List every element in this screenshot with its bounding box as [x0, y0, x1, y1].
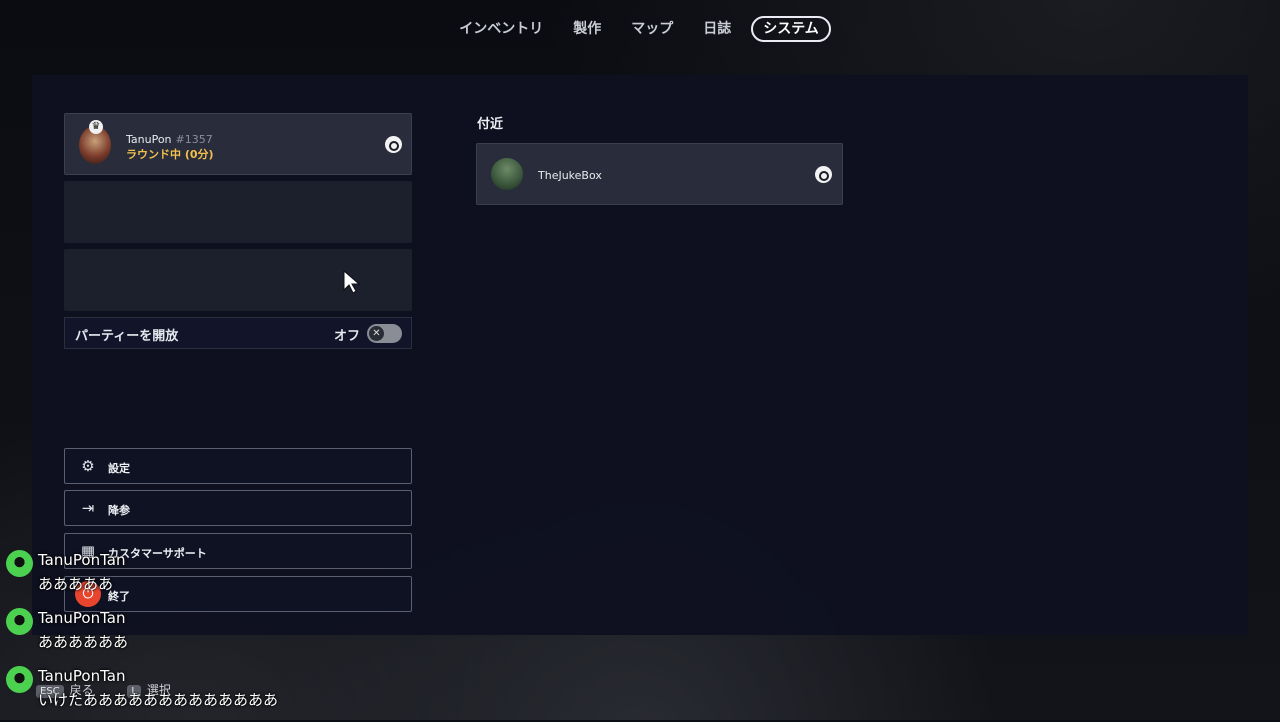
- steam-icon: [815, 166, 832, 183]
- chat-overlay: TanuPonTan あああああ TanuPonTan ああああああ TanuP…: [6, 548, 306, 722]
- chat-message: TanuPonTan ああああああ: [6, 606, 306, 664]
- surrender-button[interactable]: ⇥ 降参: [64, 490, 412, 526]
- tab-system[interactable]: システム: [751, 16, 831, 42]
- tab-journal[interactable]: 日誌: [693, 16, 741, 42]
- tab-crafting[interactable]: 製作: [563, 16, 611, 42]
- chat-text: いけたあああああああああああああ: [38, 691, 279, 709]
- chat-text: ああああああ: [38, 633, 129, 651]
- exit-door-icon: ⇥: [81, 499, 95, 517]
- steam-icon: [385, 136, 402, 153]
- chat-avatar: [6, 608, 33, 635]
- player-status: ラウンド中 (0分): [126, 148, 214, 161]
- open-party-setting: パーティーを開放 オフ ✕: [64, 317, 412, 349]
- chat-avatar: [6, 666, 33, 693]
- open-party-state: オフ: [334, 329, 361, 344]
- chat-message: TanuPonTan いけたあああああああああああああ: [6, 664, 306, 722]
- chat-text: あああああ: [38, 575, 114, 593]
- player-name: TanuPon #1357: [126, 133, 213, 146]
- chat-username: TanuPonTan: [38, 609, 126, 627]
- party-leader-crown-icon: ♛: [89, 120, 103, 134]
- player-card[interactable]: ♛ TanuPon #1357 ラウンド中 (0分): [64, 113, 412, 175]
- chat-username: TanuPonTan: [38, 667, 126, 685]
- open-party-toggle[interactable]: ✕: [367, 324, 402, 343]
- open-party-label: パーティーを開放: [75, 329, 179, 344]
- surrender-label: 降参: [108, 504, 130, 517]
- nearby-title: 付近: [477, 117, 504, 132]
- close-icon: ✕: [369, 326, 384, 341]
- top-navigation: インベントリ 製作 マップ 日誌 システム: [0, 16, 1280, 44]
- settings-label: 設定: [108, 462, 130, 475]
- settings-button[interactable]: ⚙ 設定: [64, 448, 412, 484]
- gear-icon: ⚙: [81, 457, 95, 475]
- chat-message: TanuPonTan あああああ: [6, 548, 306, 606]
- party-slot-empty[interactable]: [64, 181, 412, 243]
- nearby-player-name: TheJukeBox: [538, 169, 602, 182]
- chat-username: TanuPonTan: [38, 551, 126, 569]
- tab-inventory[interactable]: インベントリ: [449, 16, 553, 42]
- nearby-player-card[interactable]: TheJukeBox: [476, 143, 843, 205]
- tab-map[interactable]: マップ: [621, 16, 683, 42]
- player-tag: #1357: [175, 133, 213, 146]
- chat-avatar: [6, 550, 33, 577]
- nearby-player-avatar: [491, 158, 523, 190]
